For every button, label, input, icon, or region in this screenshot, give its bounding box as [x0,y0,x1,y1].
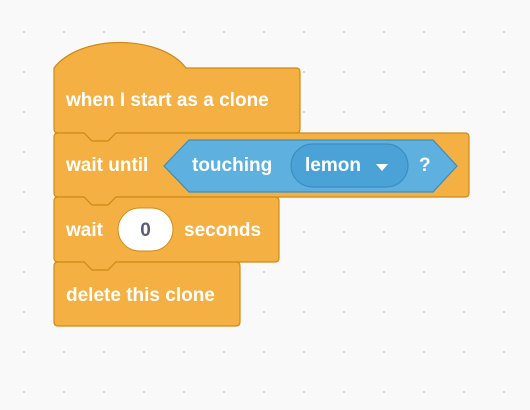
scripts-workspace[interactable]: when I start as a clone wait until touch… [0,0,530,410]
delete-this-clone-label: delete this clone [66,285,215,306]
question-mark-label: ? [419,155,431,176]
hat-block-label: when I start as a clone [66,90,269,111]
wait-until-label: wait until [66,155,149,176]
wait-duration-value[interactable]: 0 [118,220,173,242]
wait-label: wait [66,220,103,241]
seconds-label: seconds [184,220,262,241]
touching-menu-value: lemon [305,155,361,176]
touching-label: touching [192,155,273,176]
